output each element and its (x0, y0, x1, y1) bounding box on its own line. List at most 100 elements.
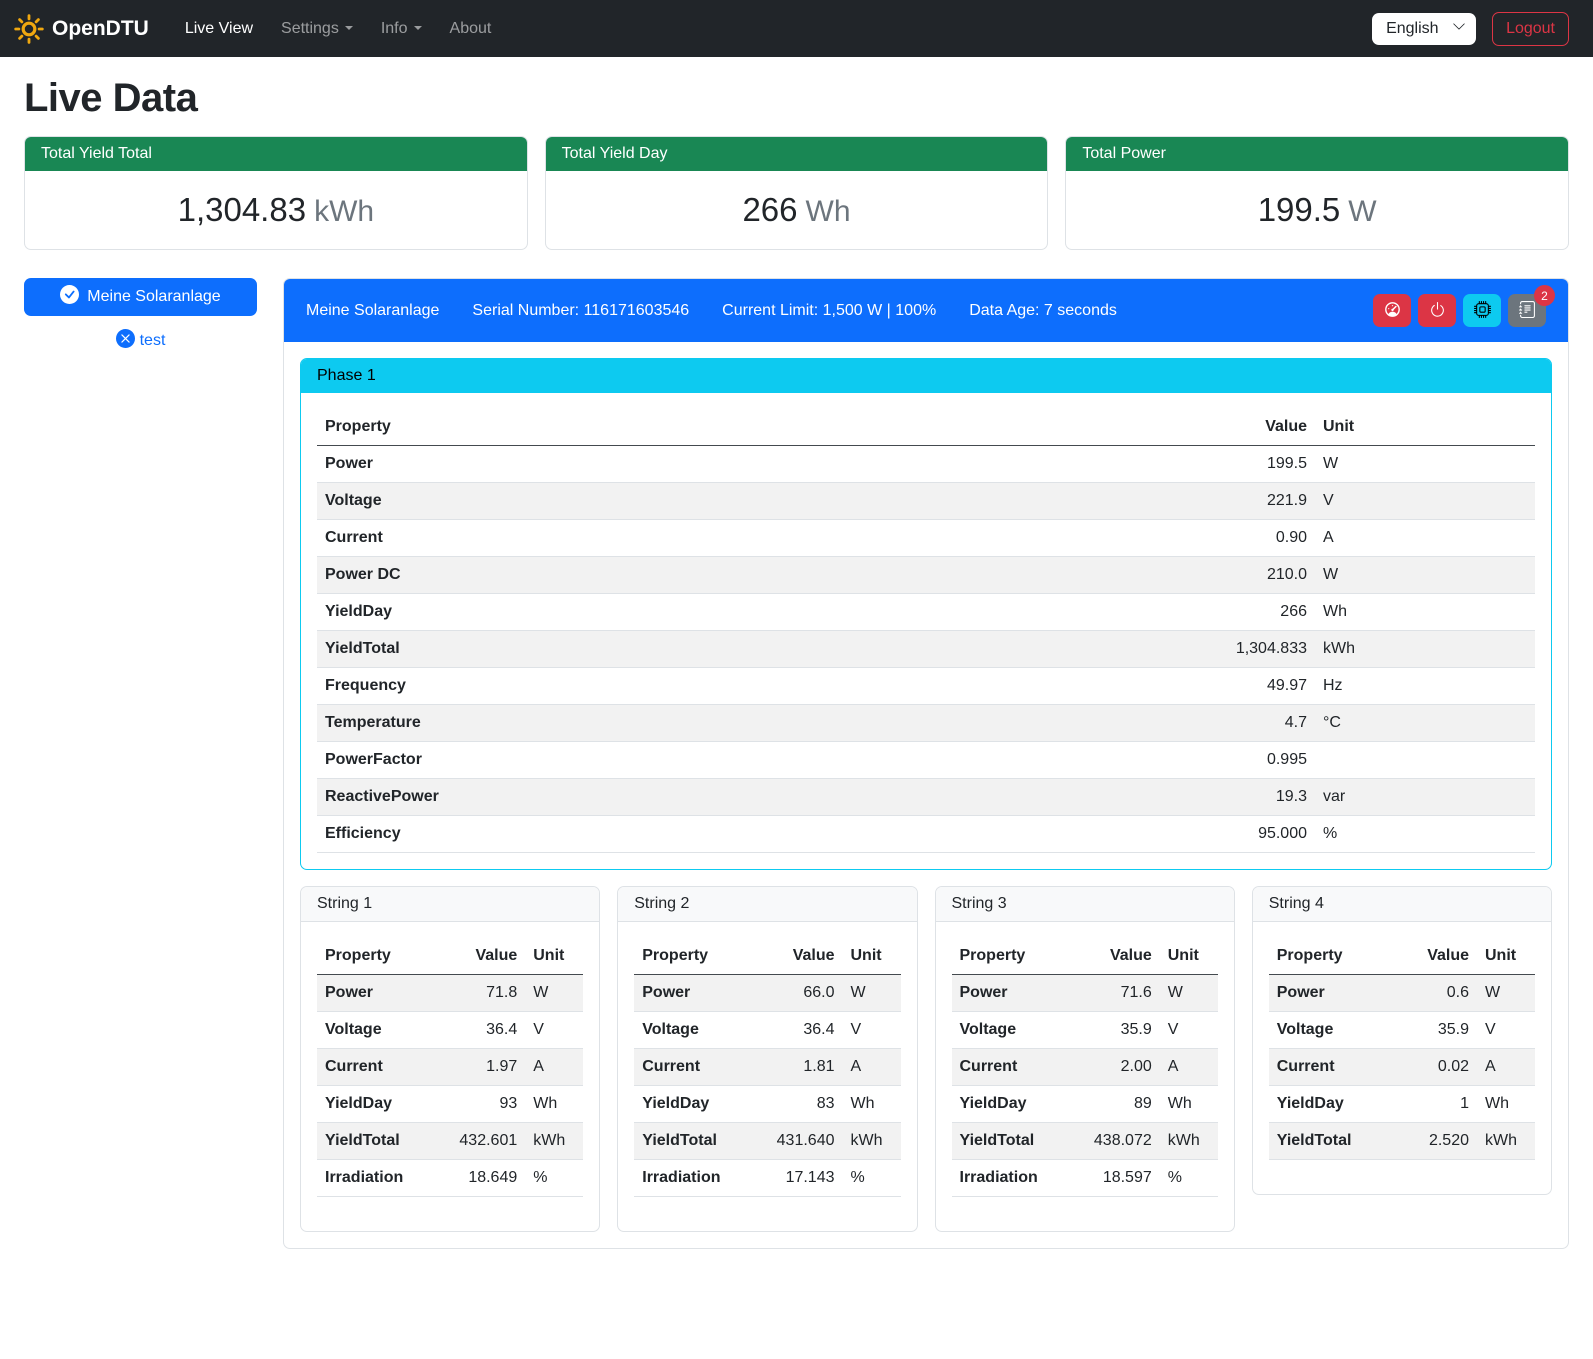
row-value: 36.4 (751, 1012, 843, 1049)
row-value: 17.143 (751, 1160, 843, 1197)
inverter-card-header: Meine Solaranlage Serial Number: 1161716… (284, 279, 1568, 342)
total-power-value: 199.5 (1258, 191, 1341, 228)
row-property: PowerFactor (317, 742, 1195, 779)
total-yield-total-card: Total Yield Total 1,304.83kWh (24, 136, 528, 250)
row-property: Current (1269, 1049, 1385, 1086)
cpu-icon (1474, 301, 1491, 321)
inverter-actions: 2 (1373, 294, 1546, 327)
row-value: 1.81 (751, 1049, 843, 1086)
row-unit: kWh (1477, 1123, 1535, 1160)
table-row: ReactivePower 19.3 var (317, 779, 1535, 816)
total-yield-total-unit: kWh (314, 195, 374, 228)
language-selected-value: English (1386, 20, 1438, 37)
table-row: Irradiation 18.597 % (952, 1160, 1218, 1197)
row-unit: kWh (843, 1123, 901, 1160)
row-property: Power (317, 446, 1195, 483)
nav-links: Live View Settings Info About (171, 12, 506, 46)
brand[interactable]: OpenDTU (14, 14, 149, 44)
table-row: Voltage 221.9 V (317, 483, 1535, 520)
string-4-table: Property Value Unit Power (1269, 938, 1535, 1160)
event-log-button[interactable]: 2 (1508, 294, 1546, 327)
row-property: Power (317, 975, 433, 1012)
table-row: Current 2.00 A (952, 1049, 1218, 1086)
row-unit: W (525, 975, 583, 1012)
row-value: 432.601 (433, 1123, 525, 1160)
row-value: 1.97 (433, 1049, 525, 1086)
row-unit: V (1160, 1012, 1218, 1049)
row-value: 35.9 (1068, 1012, 1160, 1049)
row-unit: Wh (1315, 594, 1535, 631)
row-unit: W (843, 975, 901, 1012)
table-row: Power DC 210.0 W (317, 557, 1535, 594)
nav-item-live-view[interactable]: Live View (171, 12, 267, 46)
row-value: 1 (1385, 1086, 1477, 1123)
table-row: Irradiation 17.143 % (634, 1160, 900, 1197)
summary-cards-row: Total Yield Total 1,304.83kWh Total Yiel… (24, 136, 1569, 250)
power-toggle-button[interactable] (1418, 294, 1456, 327)
table-row: YieldTotal 1,304.833 kWh (317, 631, 1535, 668)
limit-settings-button[interactable] (1373, 294, 1411, 327)
row-unit: % (1315, 816, 1535, 853)
inverter-button-meine-solaranlage[interactable]: Meine Solaranlage (24, 278, 257, 316)
row-unit: kWh (1315, 631, 1535, 668)
nav-item-info[interactable]: Info (367, 12, 436, 46)
row-value: 18.649 (433, 1160, 525, 1197)
nav-item-about[interactable]: About (436, 12, 506, 46)
row-unit: W (1315, 557, 1535, 594)
page-title: Live Data (24, 76, 1569, 121)
brand-label: OpenDTU (52, 17, 149, 41)
device-info-button[interactable] (1463, 294, 1501, 327)
inverter-selector-sidebar: Meine Solaranlage test (24, 278, 257, 353)
check-circle-icon (60, 285, 79, 309)
inverter-data-age: Data Age: 7 seconds (969, 302, 1117, 320)
column-header-value: Value (1385, 938, 1477, 975)
table-row: Voltage 35.9 V (952, 1012, 1218, 1049)
phase-1-title: Phase 1 (301, 359, 1551, 393)
row-unit: V (525, 1012, 583, 1049)
language-select[interactable]: English (1372, 13, 1476, 45)
row-value: 89 (1068, 1086, 1160, 1123)
row-unit: Wh (843, 1086, 901, 1123)
row-unit: kWh (1160, 1123, 1218, 1160)
column-header-property: Property (1269, 938, 1385, 975)
row-unit: Wh (1477, 1086, 1535, 1123)
row-value: 1,304.833 (1195, 631, 1315, 668)
row-value: 93 (433, 1086, 525, 1123)
logout-button[interactable]: Logout (1492, 12, 1569, 46)
strings-row: String 1 Property Value Unit (300, 886, 1552, 1232)
row-value: 199.5 (1195, 446, 1315, 483)
row-property: YieldTotal (317, 631, 1195, 668)
table-row: Current 1.97 A (317, 1049, 583, 1086)
column-header-unit: Unit (1160, 938, 1218, 975)
row-unit: A (1477, 1049, 1535, 1086)
inverter-button-label: Meine Solaranlage (87, 288, 220, 306)
table-row: YieldDay 83 Wh (634, 1086, 900, 1123)
total-yield-total-value: 1,304.83 (178, 191, 306, 228)
chevron-down-icon (1452, 19, 1466, 38)
row-property: Current (317, 520, 1195, 557)
card-title: Total Power (1066, 137, 1568, 171)
row-property: YieldTotal (634, 1123, 750, 1160)
table-row: Power 71.8 W (317, 975, 583, 1012)
journal-text-icon (1519, 301, 1536, 321)
column-header-property: Property (634, 938, 750, 975)
row-unit: W (1477, 975, 1535, 1012)
string-1-card: String 1 Property Value Unit (300, 886, 600, 1232)
total-power-unit: W (1348, 195, 1376, 228)
row-property: Power (1269, 975, 1385, 1012)
row-property: Irradiation (952, 1160, 1068, 1197)
row-value: 71.8 (433, 975, 525, 1012)
sun-icon (14, 14, 44, 44)
row-value: 431.640 (751, 1123, 843, 1160)
table-row: YieldDay 1 Wh (1269, 1086, 1535, 1123)
row-value: 0.995 (1195, 742, 1315, 779)
row-unit: °C (1315, 705, 1535, 742)
inverter-button-test[interactable]: test (24, 329, 257, 353)
column-header-value: Value (751, 938, 843, 975)
table-row: Power 0.6 W (1269, 975, 1535, 1012)
nav-item-settings[interactable]: Settings (267, 12, 367, 46)
row-property: YieldDay (317, 1086, 433, 1123)
column-header-unit: Unit (1477, 938, 1535, 975)
total-yield-day-card: Total Yield Day 266Wh (545, 136, 1049, 250)
row-property: Temperature (317, 705, 1195, 742)
